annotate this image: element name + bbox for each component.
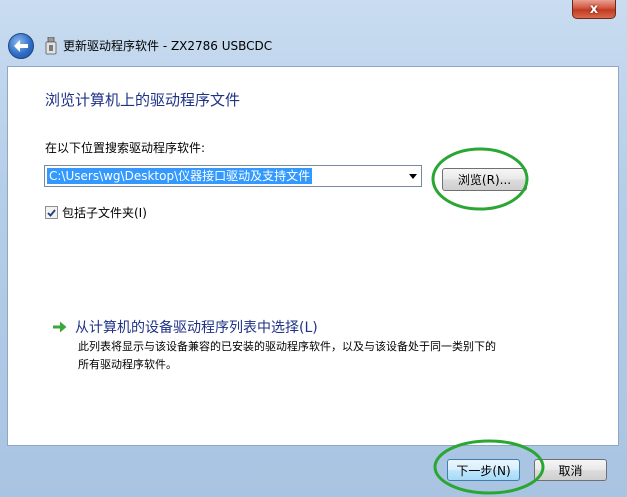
green-arrow-icon bbox=[53, 321, 67, 333]
include-subfolders-label: 包括子文件夹(I) bbox=[62, 206, 147, 220]
next-button[interactable]: 下一步(N) bbox=[447, 459, 520, 481]
pick-desc-line-1: 此列表将显示与该设备兼容的已安装的驱动程序软件，以及与该设备处于同一类别下的 bbox=[78, 340, 496, 353]
device-icon bbox=[45, 37, 57, 55]
pick-from-list-link[interactable]: 从计算机的设备驱动程序列表中选择(L) bbox=[53, 317, 318, 337]
search-location-label: 在以下位置搜索驱动程序软件: bbox=[45, 141, 206, 155]
include-subfolders-checkbox[interactable] bbox=[45, 206, 58, 219]
browse-button[interactable]: 浏览(R)... bbox=[442, 168, 527, 191]
close-icon: x bbox=[589, 1, 599, 17]
content-panel: 浏览计算机上的驱动程序文件 在以下位置搜索驱动程序软件: C:\Users\wg… bbox=[7, 66, 619, 446]
window-title: 更新驱动程序软件 - ZX2786 USBCDC bbox=[63, 39, 273, 53]
path-input-value[interactable]: C:\Users\wg\Desktop\仪器接口驱动及支持文件 bbox=[47, 168, 313, 184]
pick-from-list-description: 此列表将显示与该设备兼容的已安装的驱动程序软件，以及与该设备处于同一类别下的 所… bbox=[78, 338, 578, 374]
checkmark-icon bbox=[47, 208, 56, 217]
include-subfolders-checkbox-row[interactable]: 包括子文件夹(I) bbox=[45, 204, 147, 221]
back-button[interactable] bbox=[8, 33, 34, 59]
page-heading: 浏览计算机上的驱动程序文件 bbox=[45, 91, 241, 109]
close-button[interactable]: x bbox=[572, 0, 616, 19]
cancel-button[interactable]: 取消 bbox=[534, 459, 607, 481]
back-arrow-icon bbox=[14, 40, 28, 52]
path-combobox[interactable]: C:\Users\wg\Desktop\仪器接口驱动及支持文件 bbox=[44, 165, 422, 187]
pick-from-list-title[interactable]: 从计算机的设备驱动程序列表中选择(L) bbox=[75, 317, 318, 337]
pick-desc-line-2: 所有驱动程序软件。 bbox=[78, 358, 177, 371]
dropdown-arrow-icon[interactable] bbox=[404, 166, 421, 186]
